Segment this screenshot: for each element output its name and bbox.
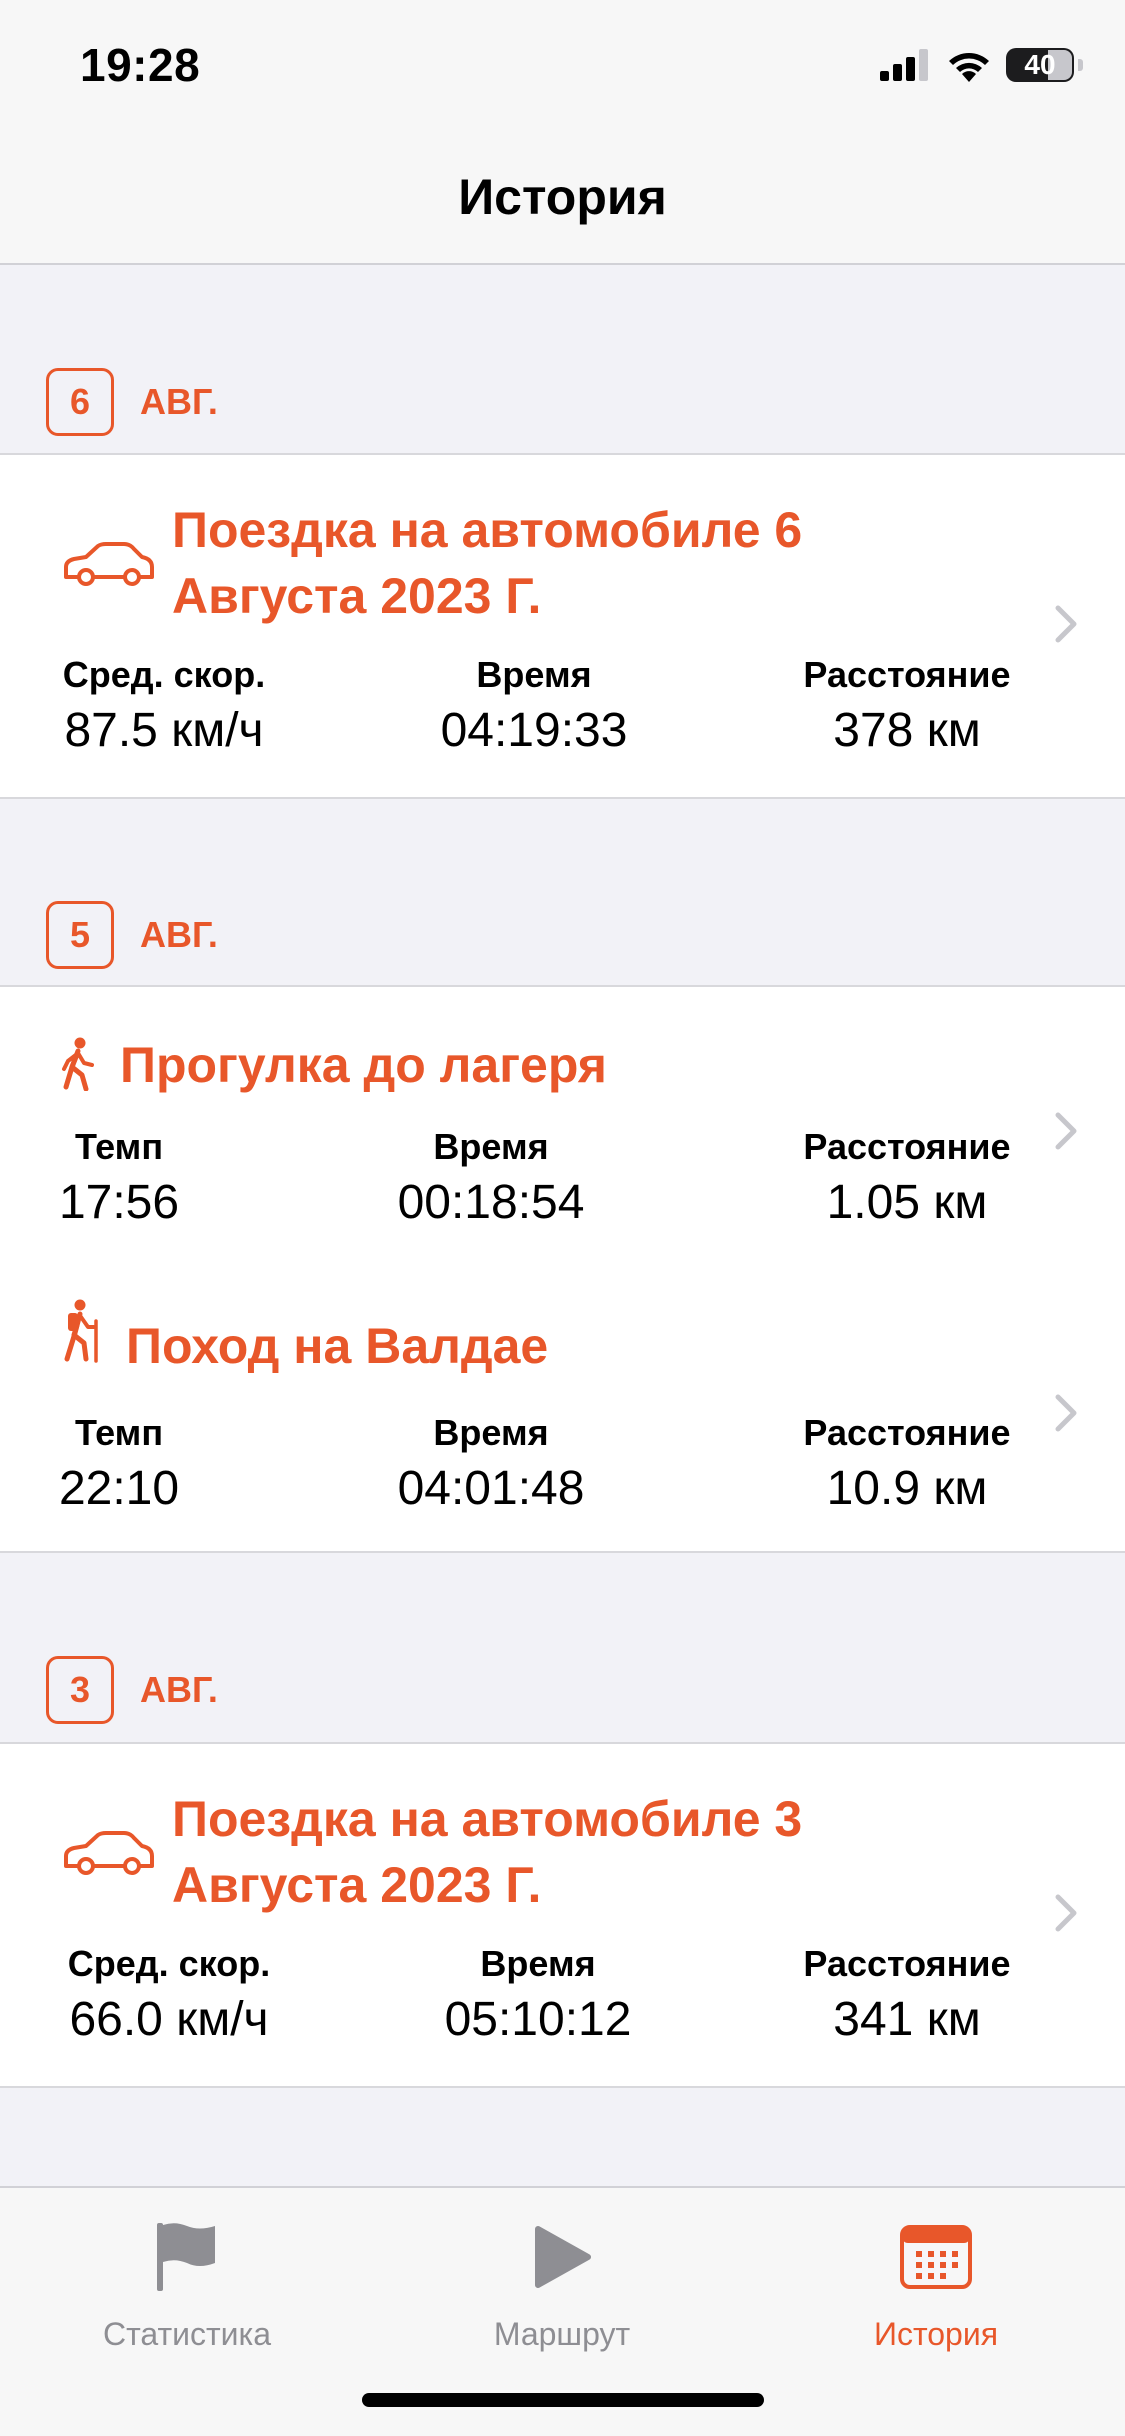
stat-distance: Расстояние 341 км (803, 1943, 1011, 2046)
trip-title: Поездка на автомобиле 6 Августа 2023 Г. (172, 502, 803, 624)
flag-icon (157, 2223, 215, 2291)
trip-title: Поездка на автомобиле 3 Августа 2023 Г. (172, 1791, 803, 1913)
status-time: 19:28 (80, 39, 201, 91)
day-card: Поездка на автомобиле 6 Августа 2023 Г. … (0, 453, 1125, 799)
navigation-bar: История (0, 130, 1125, 265)
play-icon (535, 2226, 591, 2288)
walking-icon (62, 1037, 94, 1091)
tab-history[interactable]: История (766, 2212, 1106, 2353)
car-icon (64, 1831, 154, 1875)
stat-distance: Расстояние 1.05 км (803, 1126, 1011, 1229)
day-badge: 5 (46, 901, 114, 969)
chevron-right-icon (1055, 1394, 1077, 1432)
battery-icon: 40 (1006, 48, 1074, 82)
stat-distance: Расстояние 378 км (803, 654, 1011, 757)
day-badge: 6 (46, 368, 114, 436)
hiking-icon (64, 1299, 98, 1363)
tab-route[interactable]: Маршрут (392, 2212, 732, 2353)
month-label: АВГ. (140, 914, 218, 955)
stat-time: Время 04:19:33 (440, 654, 628, 757)
day-card: Поездка на автомобиле 3 Августа 2023 Г. … (0, 1742, 1125, 2088)
stat-avg-speed: Сред. скор. 66.0 км/ч (67, 1943, 271, 2046)
trip-row[interactable]: Поездка на автомобиле 6 Августа 2023 Г. … (0, 455, 1125, 797)
battery-level: 40 (1024, 49, 1056, 80)
trip-row[interactable]: Поездка на автомобиле 3 Августа 2023 Г. … (0, 1744, 1125, 2086)
car-icon (64, 542, 154, 586)
chevron-right-icon (1055, 605, 1077, 643)
trip-title: Прогулка до лагеря (120, 1037, 607, 1093)
section-header-date: 5 АВГ. (46, 901, 218, 969)
chevron-right-icon (1055, 1112, 1077, 1150)
stat-avg-speed: Сред. скор. 87.5 км/ч (62, 654, 266, 757)
stat-pace: Темп 22:10 (58, 1412, 180, 1515)
wifi-icon (949, 53, 989, 82)
month-label: АВГ. (140, 381, 218, 422)
trip-row[interactable]: Прогулка до лагеря Темп 17:56 Время 00:1… (0, 987, 1125, 1267)
month-label: АВГ. (140, 1669, 218, 1710)
section-header-date: 6 АВГ. (46, 368, 218, 436)
page-title: История (458, 168, 667, 225)
trip-row[interactable]: Поход на Валдае Темп 22:10 Время 04:01:4… (0, 1269, 1125, 1553)
stat-time: Время 00:18:54 (397, 1126, 585, 1229)
stat-pace: Темп 17:56 (58, 1126, 180, 1229)
stat-distance: Расстояние 10.9 км (803, 1412, 1011, 1515)
cellular-signal-icon (880, 49, 928, 81)
chevron-right-icon (1055, 1894, 1077, 1932)
stat-time: Время 04:01:48 (397, 1412, 585, 1515)
tab-statistics[interactable]: Статистика (17, 2212, 357, 2353)
status-bar: 19:28 40 (0, 0, 1125, 130)
day-badge: 3 (46, 1656, 114, 1724)
section-header-date: 3 АВГ. (46, 1656, 218, 1724)
home-indicator[interactable] (362, 2393, 764, 2407)
calendar-icon (900, 2225, 972, 2289)
trip-title: Поход на Валдае (126, 1318, 549, 1374)
status-icons: 40 (880, 48, 1083, 82)
day-card: Прогулка до лагеря Темп 17:56 Время 00:1… (0, 985, 1125, 1553)
stat-time: Время 05:10:12 (444, 1943, 632, 2046)
